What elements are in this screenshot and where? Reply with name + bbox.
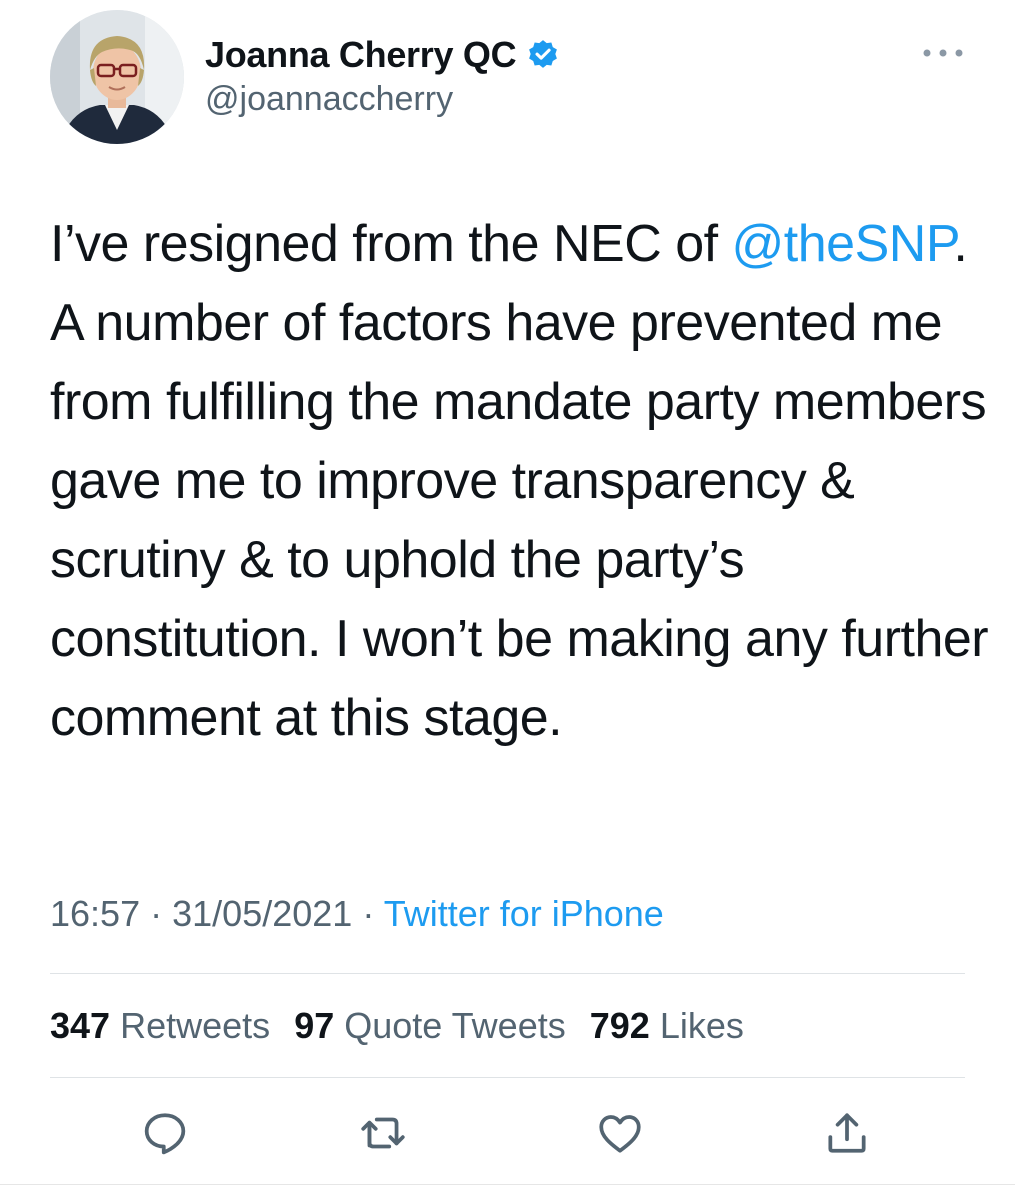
- quote-tweets-label: Quote Tweets: [344, 1005, 566, 1046]
- quote-tweets-stat[interactable]: 97 Quote Tweets: [294, 1005, 566, 1046]
- divider: [50, 973, 965, 974]
- verified-badge-icon: [529, 40, 558, 68]
- quote-tweets-count: 97: [294, 1005, 335, 1046]
- profile-photo: [50, 10, 184, 144]
- retweets-stat[interactable]: 347 Retweets: [50, 1005, 270, 1046]
- meta-separator: ·: [362, 893, 375, 934]
- tweet-text-after: . A number of factors have prevented me …: [50, 215, 989, 747]
- likes-label: Likes: [659, 1005, 744, 1046]
- like-icon[interactable]: [595, 1108, 645, 1158]
- tweet-text: I’ve resigned from the NEC of @theSNP. A…: [50, 205, 990, 758]
- bottom-divider: [0, 1184, 1015, 1185]
- tweet-meta: 16:57 · 31/05/2021 · Twitter for iPhone: [50, 893, 664, 935]
- likes-count: 792: [589, 1005, 650, 1046]
- author-name-row: Joanna Cherry QC: [205, 30, 560, 80]
- more-options-icon[interactable]: [918, 38, 968, 68]
- avatar[interactable]: [50, 10, 184, 144]
- tweet-time[interactable]: 16:57: [50, 893, 140, 934]
- retweet-icon[interactable]: [358, 1108, 408, 1158]
- reply-icon[interactable]: [140, 1108, 190, 1158]
- author-handle[interactable]: @joannaccherry: [205, 80, 453, 119]
- mention-link[interactable]: @theSNP: [732, 215, 954, 273]
- author-display-name[interactable]: Joanna Cherry QC: [205, 34, 517, 76]
- retweets-count: 347: [50, 1005, 111, 1046]
- tweet-date[interactable]: 31/05/2021: [172, 893, 352, 934]
- tweet-source[interactable]: Twitter for iPhone: [384, 893, 664, 934]
- likes-stat[interactable]: 792 Likes: [590, 1005, 744, 1046]
- tweet-stats: 347 Retweets 97 Quote Tweets 792 Likes: [50, 1005, 758, 1047]
- tweet-text-before: I’ve resigned from the NEC of: [50, 215, 732, 273]
- meta-separator: ·: [150, 893, 163, 934]
- divider: [50, 1077, 965, 1078]
- retweets-label: Retweets: [120, 1005, 271, 1046]
- share-icon[interactable]: [822, 1108, 872, 1158]
